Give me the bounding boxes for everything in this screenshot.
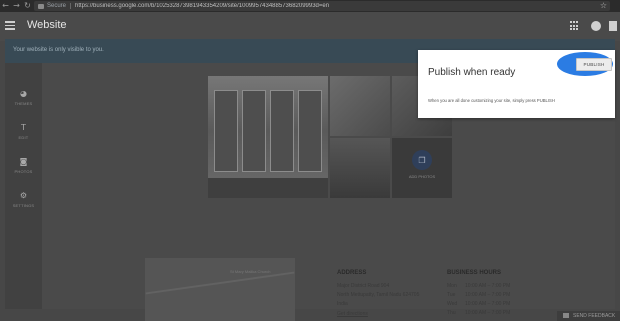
hours-time: 10:00 AM – 7:00 PM: [465, 301, 511, 307]
omnibox-separator: [70, 3, 72, 9]
account-avatar-icon[interactable]: [591, 21, 601, 31]
reload-icon[interactable]: ↻: [22, 0, 33, 12]
storefront-photo[interactable]: [208, 76, 328, 198]
feedback-icon: [563, 313, 569, 318]
sidebar-item-label: EDIT: [18, 135, 29, 140]
secure-label: Secure: [47, 3, 67, 9]
editor-sidebar: ◕ THEMES T EDIT ◙ PHOTOS ⚙ SETTINGS: [5, 63, 42, 309]
hours-day: Thu: [447, 310, 456, 316]
address-line: India: [337, 301, 348, 307]
hamburger-menu-icon[interactable]: [5, 21, 15, 30]
banner-text: Your website is only visible to you.: [13, 47, 104, 53]
sidebar-item-photos[interactable]: ◙ PHOTOS: [5, 157, 42, 174]
address-line: Major District Road 904: [337, 283, 390, 289]
sidebar-item-themes[interactable]: ◕ THEMES: [5, 89, 42, 106]
palette-icon: ◕: [20, 89, 27, 98]
hours-day: Mon: [447, 283, 457, 289]
forward-icon[interactable]: →: [11, 0, 22, 12]
preview-page-icon[interactable]: [609, 21, 617, 31]
add-photos-tile[interactable]: ❐ ADD PHOTOS: [392, 138, 452, 198]
publish-button[interactable]: PUBLISH: [576, 58, 612, 71]
sidebar-item-label: THEMES: [14, 101, 33, 106]
hours-heading: BUSINESS HOURS: [447, 270, 502, 276]
url-text[interactable]: https://business.google.com/b/1025328739…: [75, 3, 329, 9]
hours-time: 10:00 AM – 7:00 PM: [465, 283, 511, 289]
lock-icon: [38, 3, 44, 9]
address-heading: ADDRESS: [337, 270, 367, 276]
apps-grid-icon[interactable]: [570, 21, 580, 31]
hours-day: Wed: [447, 301, 458, 307]
sidebar-item-settings[interactable]: ⚙ SETTINGS: [5, 191, 42, 208]
add-photos-label: ADD PHOTOS: [408, 174, 436, 179]
photo-gallery: ❐ ADD PHOTOS: [208, 76, 452, 198]
map-road: [145, 271, 295, 295]
gallery-photo[interactable]: [330, 138, 390, 198]
page-title: Website: [27, 19, 67, 31]
sidebar-item-label: SETTINGS: [12, 203, 35, 208]
gallery-photo[interactable]: [330, 76, 390, 136]
location-map[interactable]: St Mary Malika Church: [145, 258, 295, 321]
hours-day: Tue: [447, 292, 456, 298]
publish-card-description: When you are all done customizing your s…: [428, 98, 555, 103]
hours-time: 10:00 AM – 7:00 PM: [465, 310, 511, 316]
back-icon[interactable]: ←: [0, 0, 11, 12]
gear-icon: ⚙: [19, 191, 28, 200]
sidebar-item-edit[interactable]: T EDIT: [5, 123, 42, 140]
add-photos-icon[interactable]: ❐: [412, 150, 432, 170]
app-header: Website: [0, 12, 620, 41]
bookmark-star-icon[interactable]: ☆: [600, 1, 607, 11]
text-edit-icon: T: [21, 123, 26, 132]
address-line: North Mettupatty, Tamil Nadu 624705: [337, 292, 420, 298]
map-place-label: St Mary Malika Church: [230, 269, 271, 274]
send-feedback-label: SEND FEEDBACK: [573, 313, 616, 319]
browser-toolbar: ← → ↻ Secure https://business.google.com…: [0, 0, 620, 12]
publish-card-title: Publish when ready: [428, 67, 516, 78]
sidebar-item-label: PHOTOS: [14, 169, 33, 174]
get-directions-link[interactable]: Get directions: [337, 311, 368, 317]
send-feedback-button[interactable]: SEND FEEDBACK: [557, 311, 620, 321]
address-bar[interactable]: Secure https://business.google.com/b/102…: [34, 1, 610, 11]
hours-time: 10:00 AM – 7:00 PM: [465, 292, 511, 298]
camera-icon: ◙: [19, 157, 28, 166]
